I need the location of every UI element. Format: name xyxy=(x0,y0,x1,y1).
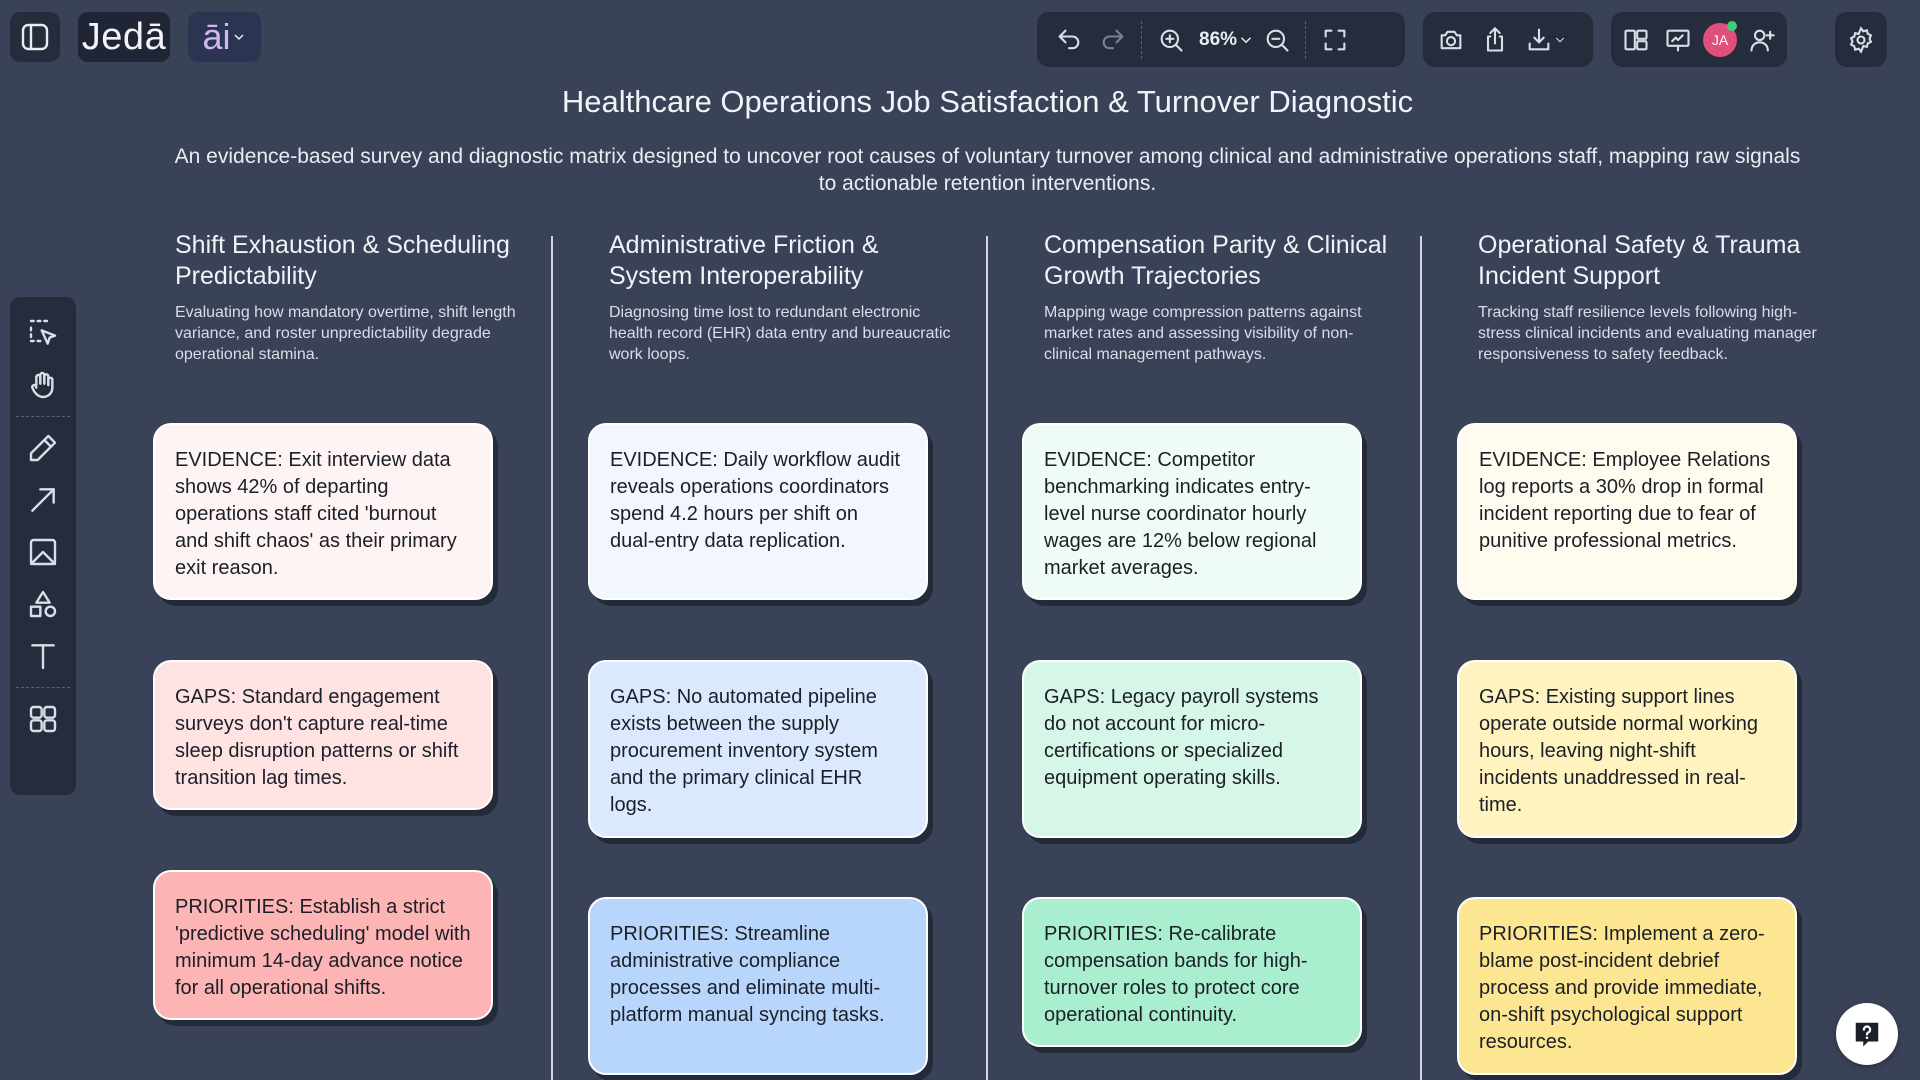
priorities-card[interactable]: PRIORITIES: Streamline administrative co… xyxy=(588,897,928,1075)
online-status-dot xyxy=(1727,20,1737,31)
zoom-out-button[interactable] xyxy=(1255,18,1299,62)
hand-icon xyxy=(31,371,54,399)
column-title: Compensation Parity & Clinical Growth Tr… xyxy=(1044,231,1388,290)
redo-button[interactable] xyxy=(1091,18,1135,62)
layout-button[interactable] xyxy=(1615,18,1657,62)
column-description: Diagnosing time lost to redundant electr… xyxy=(609,304,951,363)
priorities-card[interactable]: PRIORITIES: Re-calibrate compensation ba… xyxy=(1022,897,1362,1047)
upload-icon xyxy=(1486,26,1504,52)
avatar: JA xyxy=(1703,20,1737,57)
text-tool[interactable] xyxy=(18,630,68,682)
select-icon xyxy=(29,319,57,345)
chevron-down-icon xyxy=(1555,37,1565,42)
gaps-card[interactable]: GAPS: Legacy payroll systems do not acco… xyxy=(1022,660,1362,838)
gaps-card[interactable]: GAPS: Existing support lines operate out… xyxy=(1457,660,1797,838)
collaboration-toolbar: JA xyxy=(1611,12,1787,67)
column-header: Shift Exhaustion & Scheduling Predictabi… xyxy=(175,230,520,365)
column-divider xyxy=(1420,236,1422,1080)
redo-icon xyxy=(1102,29,1124,49)
view-toolbar: 86% xyxy=(1037,12,1405,67)
gaps-card[interactable]: GAPS: Standard engagement surveys don't … xyxy=(153,660,493,810)
ai-menu-button[interactable]: āi xyxy=(188,12,261,62)
share-button[interactable] xyxy=(1473,18,1517,62)
sidebar-panel-icon xyxy=(21,23,49,51)
page-subtitle: An evidence-based survey and diagnostic … xyxy=(174,145,1801,195)
templates-tool[interactable] xyxy=(18,693,68,745)
settings-button[interactable] xyxy=(1835,12,1887,67)
evidence-card[interactable]: EVIDENCE: Daily workflow audit reveals o… xyxy=(588,423,928,600)
shapes-icon xyxy=(29,590,57,618)
screenshot-button[interactable] xyxy=(1429,18,1473,62)
arrow-icon xyxy=(31,488,55,512)
arrow-tool[interactable] xyxy=(18,474,68,526)
column-description: Mapping wage compression patterns agains… xyxy=(1044,304,1362,363)
app-logo-text: Jedā xyxy=(81,15,167,58)
zoom-in-button[interactable] xyxy=(1149,18,1193,62)
help-icon xyxy=(1855,1022,1879,1047)
zoom-level: 86% xyxy=(1199,28,1238,50)
pencil-tool[interactable] xyxy=(18,422,68,474)
column-title: Administrative Friction & System Interop… xyxy=(609,231,879,290)
undo-button[interactable] xyxy=(1047,18,1091,62)
text-icon xyxy=(31,644,55,670)
invite-user-button[interactable] xyxy=(1741,18,1783,62)
tool-divider xyxy=(16,687,70,688)
image-icon xyxy=(29,538,57,566)
export-toolbar xyxy=(1423,12,1593,67)
column-description: Tracking staff resilience levels followi… xyxy=(1478,304,1817,363)
zoom-level-dropdown[interactable]: 86% xyxy=(1193,29,1255,51)
zoom-out-icon xyxy=(1266,29,1289,52)
hand-tool[interactable] xyxy=(18,359,68,411)
evidence-card[interactable]: EVIDENCE: Employee Relations log reports… xyxy=(1457,423,1797,600)
column-header: Compensation Parity & Clinical Growth Tr… xyxy=(1044,230,1389,365)
chevron-down-icon xyxy=(233,34,244,41)
column-title: Shift Exhaustion & Scheduling Predictabi… xyxy=(175,231,510,290)
pencil-icon xyxy=(29,434,57,462)
gear-icon xyxy=(1849,25,1873,54)
column-header: Administrative Friction & System Interop… xyxy=(609,230,954,365)
priorities-card[interactable]: PRIORITIES: Implement a zero-blame post-… xyxy=(1457,897,1797,1075)
evidence-card[interactable]: EVIDENCE: Competitor benchmarking indica… xyxy=(1022,423,1362,600)
sidebar-toggle-button[interactable] xyxy=(10,12,60,62)
column-description: Evaluating how mandatory overtime, shift… xyxy=(175,304,516,363)
fit-to-screen-button[interactable] xyxy=(1313,18,1357,62)
help-button[interactable] xyxy=(1836,1003,1898,1065)
gaps-card[interactable]: GAPS: No automated pipeline exists betwe… xyxy=(588,660,928,838)
column-header: Operational Safety & Trauma Incident Sup… xyxy=(1478,230,1823,365)
camera-icon xyxy=(1440,30,1462,49)
tool-divider xyxy=(16,416,70,417)
tool-rail xyxy=(10,297,76,795)
page-title: Healthcare Operations Job Satisfaction &… xyxy=(561,84,1414,119)
layout-panels-icon xyxy=(1624,29,1648,50)
download-button[interactable] xyxy=(1517,18,1575,62)
priorities-card[interactable]: PRIORITIES: Establish a strict 'predicti… xyxy=(153,870,493,1020)
select-tool[interactable] xyxy=(18,307,68,359)
user-avatar-button[interactable]: JA xyxy=(1699,18,1741,62)
add-user-icon xyxy=(1750,29,1775,52)
app-logo[interactable]: Jedā xyxy=(78,12,170,62)
download-icon xyxy=(1528,27,1550,50)
column-divider xyxy=(986,236,988,1080)
shapes-tool[interactable] xyxy=(18,578,68,630)
grid-icon xyxy=(29,705,57,733)
presentation-icon xyxy=(1666,29,1690,52)
toolbar-divider xyxy=(1141,20,1143,59)
image-tool[interactable] xyxy=(18,526,68,578)
avatar-initials: JA xyxy=(1711,31,1729,48)
evidence-card[interactable]: EVIDENCE: Exit interview data shows 42% … xyxy=(153,423,493,600)
chevron-down-icon xyxy=(1241,36,1252,43)
fullscreen-icon xyxy=(1324,29,1346,50)
present-button[interactable] xyxy=(1657,18,1699,62)
column-title: Operational Safety & Trauma Incident Sup… xyxy=(1478,231,1801,290)
zoom-in-icon xyxy=(1160,29,1183,52)
ai-label: āi xyxy=(202,16,231,57)
column-divider xyxy=(551,236,553,1080)
undo-icon xyxy=(1058,29,1080,49)
toolbar-divider xyxy=(1305,20,1307,59)
